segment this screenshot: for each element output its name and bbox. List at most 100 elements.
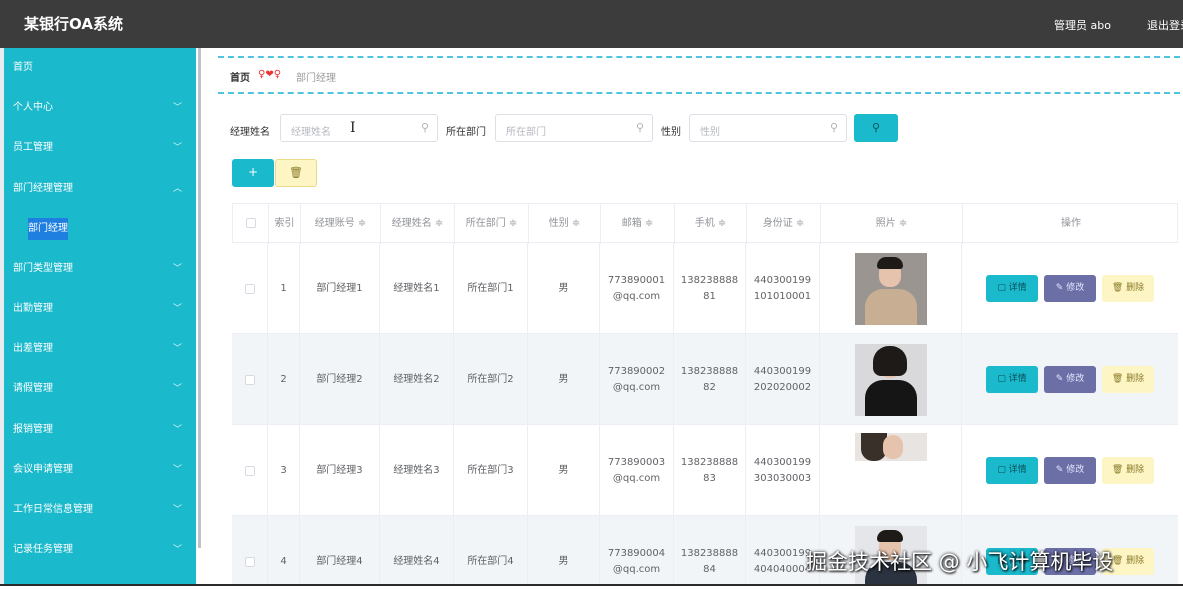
batch-delete-button[interactable]: 🗑: [275, 159, 317, 187]
sidebar-item-dept-managers[interactable]: 部门经理管理 ︿: [4, 169, 196, 209]
cell-email: 773890001 @qq.com: [600, 243, 674, 334]
detail-button[interactable]: ▢ 详情: [986, 457, 1038, 484]
search-icon: ⚲: [829, 121, 838, 134]
cell-account: 部门经理2: [300, 334, 380, 425]
bottom-edge: [0, 584, 1183, 594]
col-account[interactable]: 经理账号 ≑: [301, 204, 381, 244]
phone-line-end: 83: [703, 472, 716, 484]
photo-body: [864, 379, 917, 416]
logout-link[interactable]: 退出登录: [1147, 17, 1183, 33]
top-bar: 某银行OA系统 管理员 abo 退出登录: [0, 0, 1183, 48]
delete-button[interactable]: 🗑 删除: [1102, 275, 1154, 302]
sidebar-item-attendance[interactable]: 出勤管理 ﹀: [4, 289, 196, 329]
manager-name-input[interactable]: 经理姓名 ⚲: [280, 114, 438, 142]
col-name[interactable]: 经理姓名 ≑: [381, 204, 455, 244]
col-phone[interactable]: 手机 ≑: [675, 204, 747, 244]
sidebar-item-label: 出勤管理: [13, 302, 53, 314]
row-select-cell: [232, 516, 268, 594]
phone-line-end: 84: [703, 563, 716, 575]
edit-button[interactable]: ✎ 修改: [1044, 275, 1096, 302]
sidebar-item-label: 部门经理管理: [13, 182, 73, 194]
row-actions: ▢ 详情 ✎ 修改 🗑 删除: [986, 366, 1154, 393]
manager-photo[interactable]: [854, 252, 927, 325]
manager-photo[interactable]: [854, 433, 927, 461]
edit-button[interactable]: ✎ 修改: [1044, 457, 1096, 484]
col-email[interactable]: 邮箱 ≑: [601, 204, 675, 244]
chevron-down-icon: ﹀: [172, 424, 182, 435]
sidebar-item-leave[interactable]: 请假管理 ﹀: [4, 369, 196, 409]
phone-line: 138238888: [680, 274, 739, 286]
gender-input[interactable]: 性别 ⚲: [689, 114, 847, 142]
select-all-checkbox[interactable]: [245, 218, 256, 228]
sidebar-item-label: 个人中心: [13, 102, 53, 114]
sidebar-item-personal[interactable]: 个人中心 ﹀: [4, 88, 196, 128]
chevron-down-icon: ﹀: [172, 303, 182, 314]
table-row: 1 部门经理1 经理姓名1 所在部门1 男 773890001 @qq.com 1…: [232, 243, 1178, 334]
sidebar-item-meeting-requests[interactable]: 会议申请管理 ﹀: [4, 450, 196, 490]
cell-account: 部门经理4: [300, 516, 380, 594]
chevron-down-icon: ﹀: [172, 263, 182, 274]
sidebar-item-daily-work[interactable]: 工作日常信息管理 ﹀: [4, 490, 196, 530]
email-domain: @qq.com: [612, 290, 661, 302]
dept-input[interactable]: 所在部门 ⚲: [495, 114, 653, 142]
row-select-cell: [232, 334, 268, 425]
cell-photo: [820, 243, 962, 334]
cell-idcard: 440300199 202020002: [746, 334, 820, 425]
col-gender[interactable]: 性别 ≑: [529, 204, 601, 244]
col-photo[interactable]: 照片 ≑: [821, 204, 963, 244]
current-user[interactable]: 管理员 abo: [1054, 17, 1111, 33]
cell-email: 773890004 @qq.com: [600, 516, 674, 594]
cell-gender: 男: [528, 425, 600, 516]
delete-button[interactable]: 🗑 删除: [1102, 457, 1154, 484]
photo-hair: [872, 345, 907, 376]
cell-ops: ▢ 详情 ✎ 修改 🗑 删除: [962, 334, 1178, 425]
cell-gender: 男: [528, 334, 600, 425]
cell-account: 部门经理3: [300, 425, 380, 516]
detail-button[interactable]: ▢ 详情: [986, 275, 1038, 302]
table-header: 索引 经理账号 ≑ 经理姓名 ≑ 所在部门 ≑ 性别 ≑ 邮箱 ≑ 手机 ≑ 身…: [232, 203, 1178, 244]
col-dept[interactable]: 所在部门 ≑: [455, 204, 529, 244]
search-button[interactable]: ⚲: [854, 114, 898, 142]
sidebar-item-reimbursement[interactable]: 报销管理 ﹀: [4, 410, 196, 450]
sidebar-scrollbar[interactable]: [198, 48, 201, 548]
heart-icon: ♀❤♀: [258, 69, 282, 80]
row-select-cell: [232, 243, 268, 334]
detail-button[interactable]: ▢ 详情: [986, 366, 1038, 393]
row-checkbox[interactable]: [244, 374, 255, 385]
chevron-down-icon: ﹀: [172, 143, 182, 154]
chevron-down-icon: ﹀: [172, 344, 182, 355]
sidebar-item-business-trips[interactable]: 出差管理 ﹀: [4, 329, 196, 369]
phone-line: 138238888: [680, 365, 739, 377]
idcard-line: 440300199: [753, 365, 812, 377]
row-checkbox[interactable]: [244, 465, 255, 476]
gender-placeholder: 性别: [700, 127, 720, 138]
dept-label: 所在部门: [446, 127, 486, 138]
idcard-line: 440300199: [753, 456, 812, 468]
row-checkbox[interactable]: [244, 283, 255, 294]
breadcrumb-home[interactable]: 首页: [230, 69, 250, 84]
email-domain: @qq.com: [612, 472, 661, 484]
add-button[interactable]: +: [232, 159, 274, 187]
search-icon: ⚲: [420, 121, 429, 134]
col-idcard[interactable]: 身份证 ≑: [747, 204, 821, 244]
sidebar-subitem-dept-manager[interactable]: 部门经理: [4, 209, 196, 249]
sidebar-item-employees[interactable]: 员工管理 ﹀: [4, 128, 196, 168]
sidebar-item-task-records[interactable]: 记录任务管理 ﹀: [4, 530, 196, 570]
chevron-down-icon: ﹀: [172, 504, 182, 515]
delete-button[interactable]: 🗑 删除: [1102, 366, 1154, 393]
cell-phone: 138238888 81: [674, 243, 746, 334]
manager-photo[interactable]: [854, 343, 927, 416]
select-all-cell: [233, 204, 269, 244]
row-checkbox[interactable]: [244, 556, 255, 567]
row-actions: ▢ 详情 ✎ 修改 🗑 删除: [986, 457, 1154, 484]
cell-name: 经理姓名3: [380, 425, 454, 516]
cell-dept: 所在部门3: [454, 425, 528, 516]
email-domain: @qq.com: [612, 381, 661, 393]
chevron-up-icon: ︿: [172, 183, 182, 194]
sidebar-item-dept-types[interactable]: 部门类型管理 ﹀: [4, 249, 196, 289]
sidebar-item-home[interactable]: 首页: [4, 48, 196, 88]
edit-button[interactable]: ✎ 修改: [1044, 366, 1096, 393]
cell-dept: 所在部门1: [454, 243, 528, 334]
sidebar-item-label: 报销管理: [13, 423, 53, 435]
watermark: 掘金技术社区 @ 小飞计算机毕设: [806, 550, 1114, 574]
